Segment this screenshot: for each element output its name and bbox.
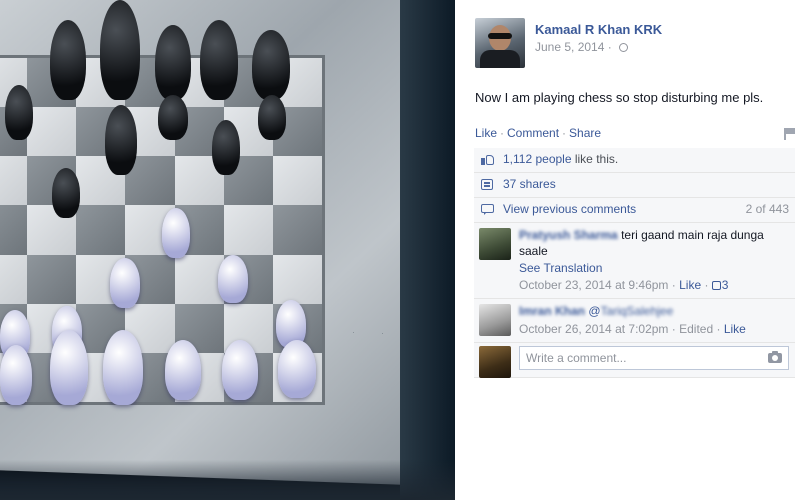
camera-icon[interactable] (768, 351, 782, 363)
black-pawn-piece (52, 168, 80, 218)
black-queen-piece (200, 20, 238, 100)
ufi-panel: 1,112 people like this. 37 shares View p… (474, 148, 795, 378)
likes-suffix: like this. (571, 152, 619, 166)
action-separator: · (500, 126, 505, 140)
view-previous-comments-link[interactable]: View previous comments (503, 202, 636, 216)
white-pawn-piece (218, 255, 248, 303)
comment-item: Imran Khan @TariqSalehjee October 26, 20… (474, 299, 795, 343)
comment-icon (481, 203, 494, 215)
write-comment-row: Write a comment... (474, 343, 795, 378)
shares-row: 37 shares (474, 173, 795, 198)
comment-item: Pratyush Sharma teri gaand main raja dun… (474, 223, 795, 299)
white-rook-piece (222, 340, 258, 400)
black-pawn-piece (158, 95, 188, 140)
author-name[interactable]: Kamaal R Khan KRK (535, 22, 662, 37)
comment-meta: October 26, 2014 at 7:02pm · Edited · Li… (519, 322, 746, 336)
white-rook-piece (0, 345, 32, 405)
commenter-avatar[interactable] (479, 228, 511, 260)
black-king-piece (100, 0, 140, 100)
action-separator: · (562, 126, 567, 140)
black-knight-piece (252, 30, 290, 100)
black-bishop-piece (155, 25, 191, 100)
comment-link[interactable]: Comment (507, 126, 559, 140)
chess-board-photo (0, 0, 455, 500)
comment-meta: October 23, 2014 at 9:46pm · Like · 3 (519, 278, 729, 292)
mention-link[interactable]: @TariqSalehjee (588, 304, 673, 318)
white-bishop-piece (165, 340, 201, 400)
view-previous-row: View previous comments 2 of 443 (474, 198, 795, 223)
share-icon (481, 178, 494, 190)
likes-count-link[interactable]: 1,112 people (503, 152, 572, 166)
commenter-name[interactable]: Pratyush Sharma (519, 228, 618, 242)
comment-date[interactable]: October 26, 2014 at 7:02pm (519, 322, 668, 336)
comments-count: 2 of 443 (745, 202, 789, 216)
like-icon (481, 153, 494, 165)
viewer-avatar (479, 346, 511, 378)
black-pawn-piece (105, 105, 137, 175)
post-date[interactable]: June 5, 2014 · (535, 40, 629, 54)
see-translation-link[interactable]: See Translation (519, 261, 789, 275)
post-actions: Like · Comment · Share (475, 126, 795, 142)
black-rook-piece (50, 20, 86, 100)
commenter-avatar[interactable] (479, 304, 511, 336)
shares-link[interactable]: 37 shares (503, 177, 556, 191)
comment-input-placeholder: Write a comment... (526, 351, 627, 365)
comment-like-count[interactable]: 3 (711, 278, 728, 292)
post-date-text[interactable]: June 5, 2014 (535, 40, 604, 54)
edited-label[interactable]: Edited (679, 322, 713, 336)
comment-like-link[interactable]: Like (679, 278, 701, 292)
like-link[interactable]: Like (475, 126, 497, 140)
likes-row: 1,112 people like this. (474, 148, 795, 173)
white-queen-piece (103, 330, 143, 405)
like-icon (711, 281, 721, 290)
black-pawn-piece (212, 120, 240, 175)
share-link[interactable]: Share (569, 126, 601, 140)
comment-like-link[interactable]: Like (724, 322, 746, 336)
post-text: Now I am playing chess so stop disturbin… (475, 90, 764, 105)
black-pawn-piece (5, 85, 33, 140)
comment-input[interactable]: Write a comment... (519, 346, 789, 370)
post-date-sep: · (607, 40, 616, 54)
white-king-piece (50, 330, 88, 405)
photo-edge-shadow (400, 0, 455, 500)
white-pawn-piece (162, 208, 190, 258)
author-avatar[interactable] (475, 18, 525, 68)
comment-date[interactable]: October 23, 2014 at 9:46pm (519, 278, 668, 292)
photo-bottom-shade (0, 460, 455, 500)
flag-icon[interactable] (784, 128, 795, 140)
privacy-globe-icon[interactable] (619, 43, 629, 52)
black-pawn-piece (258, 95, 286, 140)
post-header: Kamaal R Khan KRK June 5, 2014 · (475, 18, 795, 73)
white-pawn-piece (110, 258, 140, 308)
white-knight-piece (278, 340, 316, 398)
commenter-name[interactable]: Imran Khan (519, 304, 585, 318)
